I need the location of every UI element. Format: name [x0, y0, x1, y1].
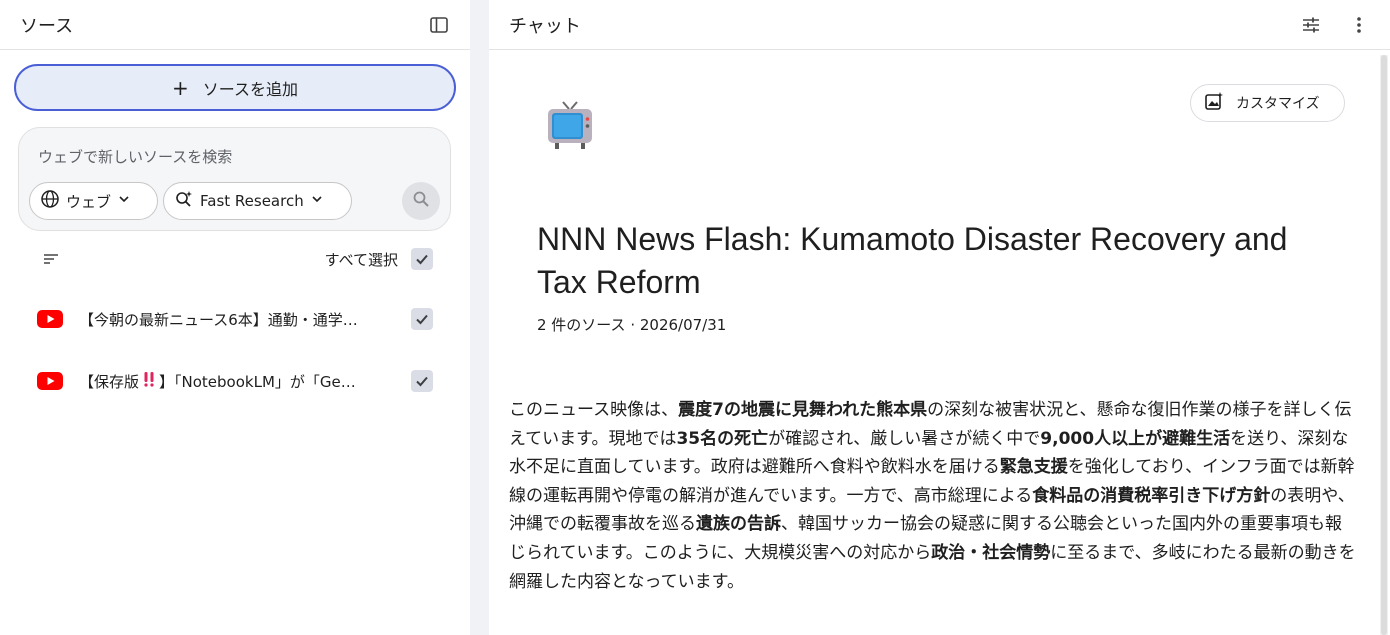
document-title: NNN News Flash: Kumamoto Disaster Recove…	[537, 221, 1288, 300]
summary-emphasis: 緊急支援	[999, 457, 1068, 478]
scrollbar-thumb[interactable]	[1381, 55, 1387, 635]
search-icon	[412, 190, 430, 212]
tv-emoji-icon	[545, 98, 595, 152]
chat-header: チャット	[489, 0, 1390, 50]
customize-label: カスタマイズ	[1236, 96, 1320, 112]
summary-segment: が確認され、厳しい暑さが続く中で	[768, 428, 1041, 449]
youtube-icon	[37, 310, 63, 328]
search-submit-button[interactable]	[402, 182, 440, 220]
web-source-dropdown[interactable]: ウェブ	[29, 182, 158, 220]
summary-emphasis: 9,000人以上が避難生活	[1040, 428, 1231, 449]
source-item[interactable]: 【保存版 】「NotebookLM」が「Ge…	[0, 361, 470, 401]
source-checkbox[interactable]	[411, 370, 433, 392]
chat-header-actions	[1300, 14, 1370, 36]
scrollbar[interactable]	[1380, 55, 1388, 635]
sources-title: ソース	[20, 15, 74, 37]
source-title-prefix: 【保存版	[79, 373, 140, 391]
chat-panel: チャット カスタマイズ NNN News Flash: Kumamoto Dis…	[489, 0, 1390, 635]
source-checkbox[interactable]	[411, 308, 433, 330]
chat-title: チャット	[509, 15, 581, 37]
youtube-icon	[37, 372, 63, 390]
source-item[interactable]: 【今朝の最新ニュース6本】通勤・通学…	[0, 299, 470, 339]
tune-icon[interactable]	[1300, 14, 1322, 36]
summary-emphasis: 震度7の地震に見舞われた熊本県	[678, 400, 928, 420]
source-title: 【今朝の最新ニュース6本】通勤・通学…	[79, 311, 358, 329]
source-title: 【保存版 】「NotebookLM」が「Ge…	[79, 371, 379, 392]
check-icon	[416, 314, 428, 325]
research-mode-dropdown[interactable]: Fast Research	[163, 182, 352, 220]
filter-icon[interactable]	[42, 250, 60, 272]
select-all-row: すべて選択	[0, 244, 470, 274]
source-title-suffix: 】「NotebookLM」が「Ge…	[159, 373, 356, 391]
sources-header: ソース	[0, 0, 470, 50]
summary-emphasis: 35名の死亡	[676, 428, 769, 449]
chevron-down-icon	[117, 192, 131, 210]
chevron-down-icon	[310, 192, 324, 210]
image-sparkle-icon	[1204, 91, 1224, 115]
web-chip-label: ウェブ	[66, 192, 112, 211]
summary-text: このニュース映像は、震度7の地震に見舞われた熊本県の深刻な被害状況と、懸命な復旧…	[509, 396, 1357, 596]
more-vert-icon[interactable]	[1348, 14, 1370, 36]
summary-emphasis: 政治・社会情勢	[931, 542, 1051, 563]
select-all-label: すべて選択	[324, 251, 398, 269]
panel-toggle-icon[interactable]	[428, 14, 450, 36]
select-all-checkbox[interactable]	[411, 248, 433, 270]
summary-segment: このニュース映像は、	[509, 400, 679, 420]
check-icon	[416, 254, 428, 265]
summary-emphasis: 食料品の消費税率引き下げ方針	[1032, 485, 1271, 506]
add-source-label: ソースを追加	[202, 79, 298, 99]
sources-panel: ソース + ソースを追加 ウェブで新しいソースを検索 ウェブ Fast Rese…	[0, 0, 470, 635]
fast-research-label: Fast Research	[200, 192, 304, 210]
summary-emphasis: 遺族の告訴	[696, 514, 781, 535]
add-source-button[interactable]: + ソースを追加	[14, 64, 456, 111]
plus-icon: +	[172, 75, 189, 100]
customize-button[interactable]: カスタマイズ	[1190, 84, 1345, 122]
document-meta: 2 件のソース · 2026/07/31	[537, 316, 727, 334]
sparkle-search-icon	[174, 189, 194, 213]
check-icon	[416, 376, 428, 387]
web-search-box: ウェブで新しいソースを検索 ウェブ Fast Research	[18, 127, 451, 231]
globe-icon	[40, 189, 60, 213]
search-input[interactable]: ウェブで新しいソースを検索	[38, 146, 232, 167]
double-exclamation-icon	[143, 371, 155, 391]
